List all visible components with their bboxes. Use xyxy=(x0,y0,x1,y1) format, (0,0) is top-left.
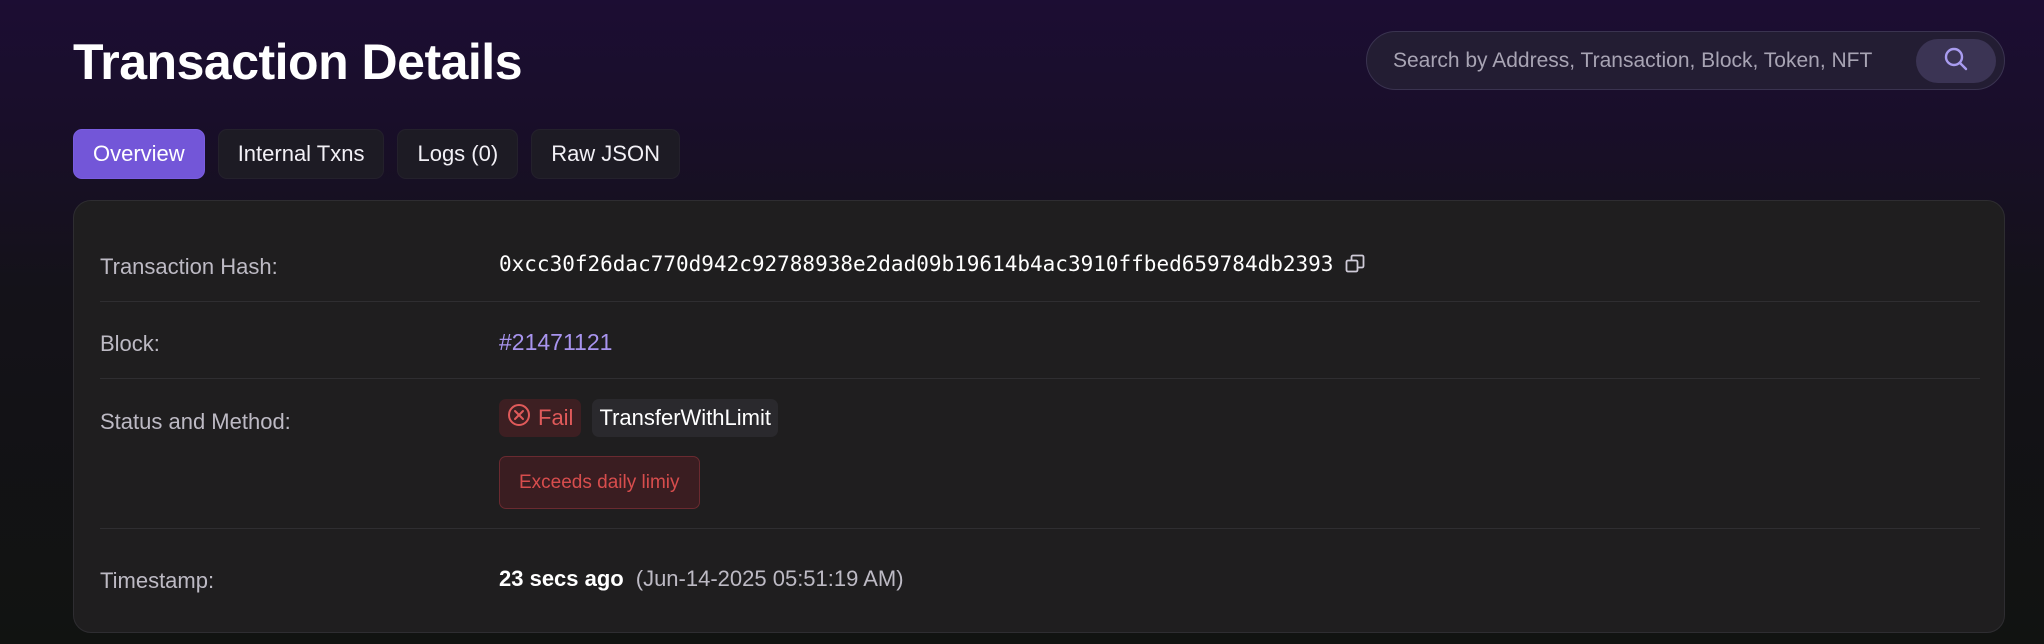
error-message: Exceeds daily limiy xyxy=(499,456,700,509)
block-row: Block: #21471121 xyxy=(100,302,1980,379)
search-button[interactable] xyxy=(1916,38,1996,83)
block-link[interactable]: #21471121 xyxy=(499,329,612,356)
hash-row: Transaction Hash: 0xcc30f26dac770d942c92… xyxy=(100,201,1980,302)
status-row: Status and Method: Fail TransferWithLimi… xyxy=(100,379,1980,529)
tab-internal-txns[interactable]: Internal Txns xyxy=(217,129,385,179)
method-badge: TransferWithLimit xyxy=(592,399,778,437)
search-input[interactable] xyxy=(1393,48,1916,73)
transaction-details-card: Transaction Hash: 0xcc30f26dac770d942c92… xyxy=(73,200,2005,633)
status-label: Status and Method: xyxy=(100,409,291,434)
tab-overview[interactable]: Overview xyxy=(73,129,205,179)
timestamp-absolute: (Jun-14-2025 05:51:19 AM) xyxy=(635,566,904,591)
status-text: Fail xyxy=(538,405,574,430)
block-value-group: #21471121 xyxy=(499,329,612,356)
x-circle-icon xyxy=(507,403,531,433)
transaction-hash: 0xcc30f26dac770d942c92788938e2dad09b1961… xyxy=(499,252,1334,276)
page-title: Transaction Details xyxy=(73,34,523,90)
timestamp-label: Timestamp: xyxy=(100,568,215,593)
block-label: Block: xyxy=(100,331,160,356)
search-bar xyxy=(1366,31,2005,90)
timestamp-relative: 23 secs ago xyxy=(499,566,624,591)
status-badge: Fail xyxy=(499,399,582,437)
tab-logs[interactable]: Logs (0) xyxy=(397,129,519,179)
timestamp-row: Timestamp: 23 secs ago (Jun-14-2025 05:5… xyxy=(100,529,1980,634)
timestamp-value-group: 23 secs ago (Jun-14-2025 05:51:19 AM) xyxy=(499,566,904,592)
tab-bar: Overview Internal Txns Logs (0) Raw JSON xyxy=(73,129,680,179)
search-icon xyxy=(1943,46,1969,75)
hash-value-group: 0xcc30f26dac770d942c92788938e2dad09b1961… xyxy=(499,252,1365,276)
status-value-group: Fail TransferWithLimit xyxy=(499,399,778,437)
copy-icon[interactable] xyxy=(1345,254,1365,274)
tab-raw-json[interactable]: Raw JSON xyxy=(531,129,680,179)
hash-label: Transaction Hash: xyxy=(100,254,278,279)
